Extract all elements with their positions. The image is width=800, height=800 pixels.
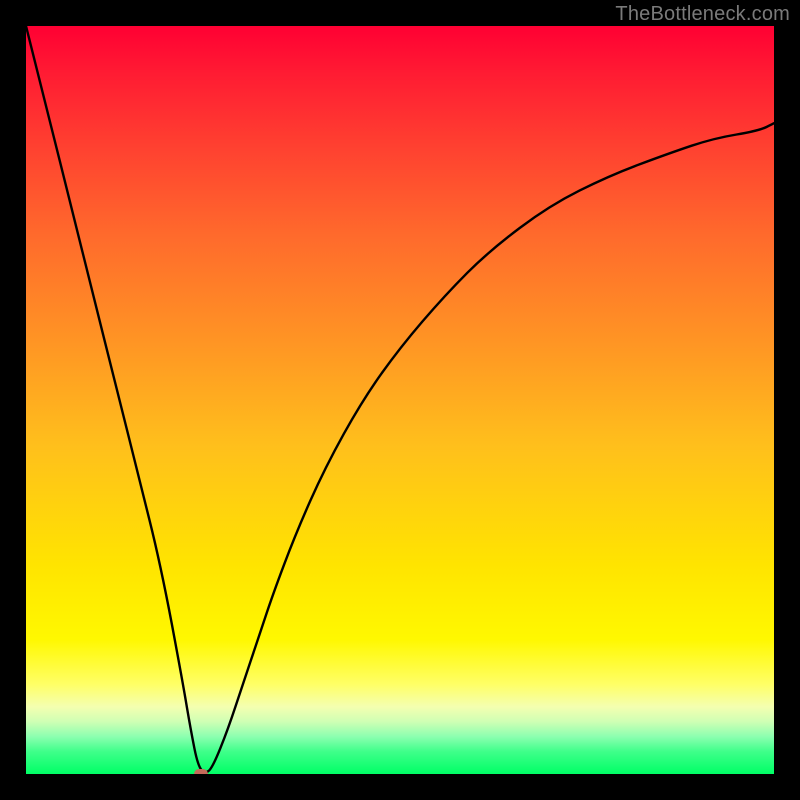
optimal-point-marker <box>194 769 208 774</box>
plot-area <box>26 26 774 774</box>
watermark-text: TheBottleneck.com <box>615 3 790 26</box>
chart-frame: TheBottleneck.com <box>0 0 800 800</box>
bottleneck-curve <box>26 26 774 774</box>
